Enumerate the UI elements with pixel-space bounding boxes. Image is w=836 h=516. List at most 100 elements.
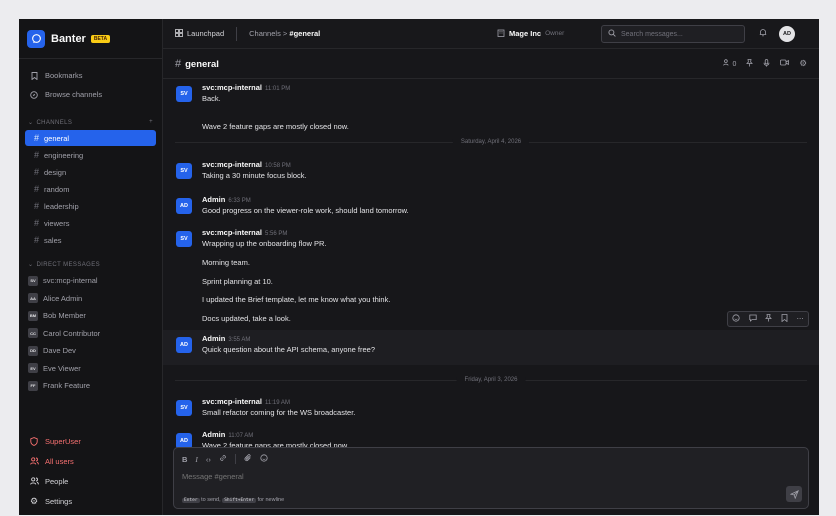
brand-header: Banter BETA <box>19 19 162 59</box>
message-avatar[interactable]: SV <box>176 86 192 102</box>
composer-hint: Enter to send, Shift+Enter for newline <box>182 497 285 503</box>
dm-label: Dave Dev <box>43 346 76 355</box>
hash-icon: # <box>34 133 40 143</box>
sidebar-channel-sales[interactable]: # sales <box>25 232 156 248</box>
message-author[interactable]: svc:mcp-internal <box>202 228 262 237</box>
sidebar-dm[interactable]: CC Carol Contributor <box>19 325 162 341</box>
dm-label: Eve Viewer <box>43 363 81 373</box>
message-text: Taking a 30 minute focus block. <box>202 171 307 180</box>
users-icon <box>28 457 40 465</box>
sidebar-channel-engineering[interactable]: # engineering <box>25 147 156 163</box>
message-author[interactable]: svc:mcp-internal <box>202 160 262 169</box>
message: SV svc:mcp-internal 5:56 PM Wrapping up t… <box>163 228 819 248</box>
sidebar-dm[interactable]: EV Eve Viewer <box>19 360 162 376</box>
sidebar-dm[interactable]: FF Frank Feature <box>19 378 162 394</box>
message-author[interactable]: Admin <box>202 430 225 439</box>
link-icon[interactable] <box>219 454 227 464</box>
video-icon[interactable] <box>780 59 790 68</box>
message-avatar[interactable]: SV <box>176 400 192 416</box>
dm-label: Frank Feature <box>43 381 91 390</box>
brand-name: Banter <box>51 32 86 45</box>
grid-icon <box>175 28 183 39</box>
message-author[interactable]: Admin <box>202 195 225 204</box>
date-divider: Friday, April 3, 2026 <box>175 377 807 383</box>
message: SV svc:mcp-internal 10:58 PM Taking a 30 … <box>163 160 819 180</box>
members-button[interactable]: 0 <box>722 59 736 68</box>
message-text: Wave 2 feature gaps are mostly closed no… <box>202 122 349 131</box>
reply-icon[interactable] <box>749 314 757 324</box>
channel-label: design <box>44 167 67 177</box>
bookmarks-link[interactable]: Bookmarks <box>19 67 162 84</box>
user-avatar[interactable]: AD <box>779 26 795 42</box>
launchpad-button[interactable]: Launchpad <box>175 28 224 39</box>
sidebar-bottom: SuperUser All users People ⚙ Settings <box>19 431 162 515</box>
message-time: 11:19 AM <box>265 400 290 406</box>
people-link[interactable]: People <box>19 471 162 491</box>
sidebar-channel-leadership[interactable]: # leadership <box>25 198 156 214</box>
channel-header: # general 0 ⚙ <box>163 49 819 79</box>
channel-label: random <box>44 184 70 194</box>
pin-icon[interactable] <box>746 58 754 69</box>
message-time: 5:56 PM <box>265 231 288 237</box>
breadcrumb-parent[interactable]: Channels <box>249 29 281 38</box>
message: AD Admin 3:55 AM Quick question about the… <box>163 334 819 354</box>
message-avatar[interactable]: SV <box>176 163 192 179</box>
italic-icon[interactable]: I <box>195 455 198 464</box>
attach-icon[interactable] <box>244 454 252 464</box>
message-avatar[interactable]: AD <box>176 337 192 353</box>
app-window: Banter BETA Bookmarks Browse channels ⌄ C… <box>19 19 819 515</box>
channel-list: # general # engineering # design # random # leade… <box>19 129 162 249</box>
sidebar-channel-viewers[interactable]: # viewers <box>25 215 156 231</box>
avatar: FF <box>28 380 38 391</box>
hash-icon: # <box>34 218 40 228</box>
sidebar-channel-design[interactable]: # design <box>25 164 156 180</box>
all-users-link[interactable]: All users <box>19 451 162 471</box>
sidebar-dm[interactable]: AA Alice Admin <box>19 290 162 306</box>
send-button[interactable] <box>786 486 802 502</box>
dm-label: Carol Contributor <box>43 328 101 338</box>
message-avatar[interactable]: SV <box>176 231 192 247</box>
emoji-react-icon[interactable] <box>732 314 740 324</box>
hash-icon: # <box>34 184 40 194</box>
sidebar-dm[interactable]: BM Bob Member <box>19 308 162 324</box>
dm-section-header[interactable]: ⌄ DIRECT MESSAGES <box>19 257 162 271</box>
sidebar-channel-general[interactable]: # general <box>25 130 156 146</box>
channels-section-header[interactable]: ⌄ CHANNELS + <box>19 115 162 129</box>
sidebar-channel-random[interactable]: # random <box>25 181 156 197</box>
org-switcher[interactable]: Mage Inc Owner <box>497 29 564 39</box>
settings-link[interactable]: ⚙ Settings <box>19 491 162 511</box>
message-text: Quick question about the API schema, any… <box>202 345 376 354</box>
pin-icon[interactable] <box>765 314 773 324</box>
sidebar-dm[interactable]: SV svc:mcp-internal <box>19 273 162 289</box>
search-input[interactable]: Search messages... <box>621 31 683 38</box>
add-channel-icon[interactable]: + <box>149 119 153 125</box>
bookmark-icon <box>28 71 40 80</box>
message-text: Docs updated, take a look. <box>202 314 291 323</box>
bookmark-icon[interactable] <box>781 314 788 324</box>
gear-icon[interactable]: ⚙ <box>799 58 807 69</box>
avatar: AA <box>28 293 38 303</box>
sidebar: Banter BETA Bookmarks Browse channels ⌄ C… <box>19 19 163 515</box>
bold-icon[interactable]: B <box>182 455 187 464</box>
message-text: Small refactor coming for the WS broadca… <box>202 408 356 417</box>
emoji-icon[interactable] <box>260 454 268 464</box>
sidebar-dm[interactable]: DD Dave Dev <box>19 343 162 359</box>
message-author[interactable]: Admin <box>202 334 225 343</box>
message-avatar[interactable]: AD <box>176 198 192 214</box>
format-toolbar: B I ‹› <box>174 448 808 464</box>
search-box[interactable]: Search messages... <box>601 25 745 43</box>
message-input[interactable] <box>182 472 682 481</box>
code-icon[interactable]: ‹› <box>206 455 211 464</box>
superuser-link[interactable]: SuperUser <box>19 431 162 451</box>
people-icon <box>28 477 40 485</box>
message-composer: B I ‹› Enter to s <box>173 447 809 509</box>
microphone-icon[interactable] <box>763 58 770 69</box>
bell-icon[interactable] <box>759 28 767 39</box>
hash-icon: # <box>34 235 40 245</box>
compass-icon <box>28 90 40 99</box>
message-author[interactable]: svc:mcp-internal <box>202 397 262 406</box>
browse-channels-link[interactable]: Browse channels <box>19 86 162 103</box>
message-time: 10:58 PM <box>265 163 291 169</box>
message-author[interactable]: svc:mcp-internal <box>202 83 262 92</box>
more-icon[interactable]: ⋯ <box>797 315 804 323</box>
